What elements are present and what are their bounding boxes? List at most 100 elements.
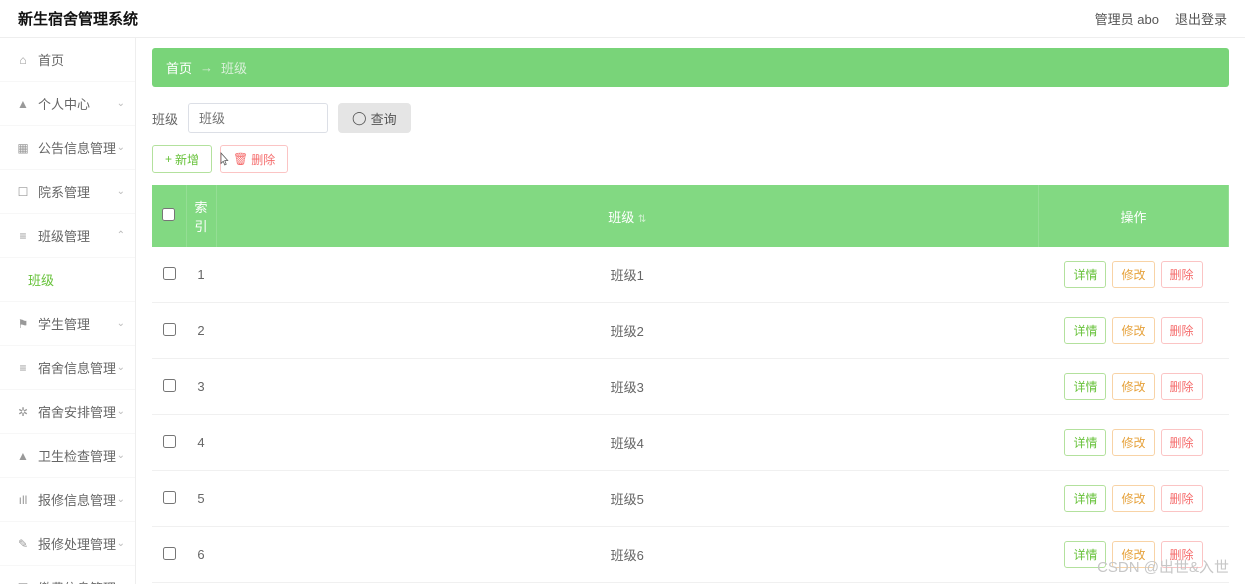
th-index: 索引 [186, 185, 216, 247]
table-row: 3 班级3 详情 修改 删除 [152, 359, 1229, 415]
menu-label: 个人中心 [38, 94, 90, 113]
row-index: 6 [186, 527, 216, 583]
sidebar-item-6[interactable]: ≡宿舍信息管理⌄ [0, 346, 135, 390]
sidebar-item-9[interactable]: ıll报修信息管理⌄ [0, 478, 135, 522]
menu-icon: ▲ [16, 97, 30, 111]
sidebar-item-10[interactable]: ✎报修处理管理⌄ [0, 522, 135, 566]
add-button-label: 新增 [175, 151, 199, 168]
menu-icon: ▲ [16, 449, 30, 463]
row-class: 班级5 [216, 471, 1038, 527]
row-delete-button[interactable]: 删除 [1161, 317, 1203, 344]
chevron-down-icon: ⌄ [117, 98, 125, 109]
search-input[interactable] [188, 103, 328, 133]
table-row: 2 班级2 详情 修改 删除 [152, 303, 1229, 359]
detail-button[interactable]: 详情 [1064, 485, 1106, 512]
row-checkbox[interactable] [163, 435, 176, 448]
row-checkbox[interactable] [163, 379, 176, 392]
row-index: 2 [186, 303, 216, 359]
row-delete-button[interactable]: 删除 [1161, 373, 1203, 400]
sidebar-item-2[interactable]: ▦ 公告信息管理⌄ [0, 126, 135, 170]
search-label: 班级 [152, 109, 178, 128]
search-icon: ◯ [352, 110, 367, 126]
search-button-label: 查询 [371, 109, 397, 128]
delete-icon: 🗑 [233, 152, 248, 166]
edit-button[interactable]: 修改 [1112, 429, 1154, 456]
menu-icon: ▦ [16, 141, 30, 155]
menu-label: 公告信息管理 [38, 138, 116, 157]
row-index: 1 [186, 247, 216, 303]
row-index: 3 [186, 359, 216, 415]
sidebar-item-1[interactable]: ▲ 个人中心 ⌄ [0, 82, 135, 126]
chevron-down-icon: ⌄ [117, 142, 125, 153]
batch-delete-button[interactable]: 🗑 删除 [220, 145, 288, 173]
delete-button-label: 删除 [251, 151, 275, 168]
row-delete-button[interactable]: 删除 [1161, 261, 1203, 288]
sort-icon: ⇅ [638, 214, 646, 225]
row-class: 班级1 [216, 247, 1038, 303]
table-row: 6 班级6 详情 修改 删除 [152, 527, 1229, 583]
row-actions: 详情 修改 删除 [1047, 317, 1221, 344]
menu-label: 院系管理 [38, 182, 90, 201]
menu-label: 卫生检查管理 [38, 446, 116, 465]
detail-button[interactable]: 详情 [1064, 373, 1106, 400]
edit-button[interactable]: 修改 [1112, 261, 1154, 288]
add-button[interactable]: + 新增 [152, 145, 212, 173]
menu-label: 报修信息管理 [38, 490, 116, 509]
menu-icon: ⚑ [16, 317, 30, 331]
menu-icon: ☐ [16, 581, 30, 584]
row-checkbox[interactable] [163, 547, 176, 560]
row-checkbox[interactable] [163, 323, 176, 336]
edit-button[interactable]: 修改 [1112, 485, 1154, 512]
search-button[interactable]: ◯ 查询 [338, 103, 411, 133]
sidebar-item-3[interactable]: ☐院系管理⌄ [0, 170, 135, 214]
row-checkbox[interactable] [163, 491, 176, 504]
admin-label[interactable]: 管理员 abo [1095, 9, 1159, 28]
sidebar: ⌂首页▲个人中心⌄▦公告信息管理⌄☐院系管理⌄≡班级管理⌃班级⚑学生管理⌄≡宿舍… [0, 38, 136, 584]
plus-icon: + [165, 152, 172, 166]
menu-label: 学生管理 [38, 314, 90, 333]
sidebar-item-11[interactable]: ☐缴费信息管理⌄ [0, 566, 135, 584]
watermark: CSDN @出世&入世 [1097, 556, 1229, 577]
menu-icon: ≡ [16, 229, 30, 243]
menu-label: 缴费信息管理 [38, 578, 116, 584]
menu-icon: ✎ [16, 537, 30, 551]
th-class[interactable]: 班级 ⇅ [216, 185, 1038, 247]
detail-button[interactable]: 详情 [1064, 317, 1106, 344]
chevron-down-icon: ⌄ [117, 362, 125, 373]
sidebar-item-4[interactable]: ≡班级管理⌃ [0, 214, 135, 258]
edit-button[interactable]: 修改 [1112, 373, 1154, 400]
table-row: 5 班级5 详情 修改 删除 [152, 471, 1229, 527]
row-class: 班级4 [216, 415, 1038, 471]
menu-label: 宿舍安排管理 [38, 402, 116, 421]
row-actions: 详情 修改 删除 [1047, 429, 1221, 456]
breadcrumb: 首页 → 班级 [152, 48, 1229, 87]
row-actions: 详情 修改 删除 [1047, 373, 1221, 400]
row-class: 班级2 [216, 303, 1038, 359]
detail-button[interactable]: 详情 [1064, 261, 1106, 288]
row-class: 班级3 [216, 359, 1038, 415]
top-header: 新生宿舍管理系统 管理员 abo 退出登录 [0, 0, 1245, 38]
row-delete-button[interactable]: 删除 [1161, 485, 1203, 512]
chevron-down-icon: ⌄ [117, 538, 125, 549]
row-index: 5 [186, 471, 216, 527]
th-ops: 操作 [1039, 185, 1229, 247]
row-class: 班级6 [216, 527, 1038, 583]
menu-icon: ☐ [16, 185, 30, 199]
row-delete-button[interactable]: 删除 [1161, 429, 1203, 456]
th-checkbox [152, 185, 186, 247]
sidebar-item-0[interactable]: ⌂首页 [0, 38, 135, 82]
edit-button[interactable]: 修改 [1112, 317, 1154, 344]
sidebar-item-8[interactable]: ▲卫生检查管理⌄ [0, 434, 135, 478]
select-all-checkbox[interactable] [162, 208, 175, 221]
chevron-down-icon: ⌄ [117, 318, 125, 329]
logout-link[interactable]: 退出登录 [1175, 9, 1227, 28]
sidebar-item-5[interactable]: ⚑ 学生管理 ⌄ [0, 302, 135, 346]
sidebar-subitem[interactable]: 班级 [0, 258, 135, 302]
search-row: 班级 ◯ 查询 [152, 103, 1229, 133]
sidebar-item-7[interactable]: ✲宿舍安排管理⌄ [0, 390, 135, 434]
chevron-down-icon: ⌄ [117, 406, 125, 417]
breadcrumb-home[interactable]: 首页 [166, 58, 192, 77]
breadcrumb-sep: → [200, 60, 213, 75]
row-checkbox[interactable] [163, 267, 176, 280]
detail-button[interactable]: 详情 [1064, 429, 1106, 456]
